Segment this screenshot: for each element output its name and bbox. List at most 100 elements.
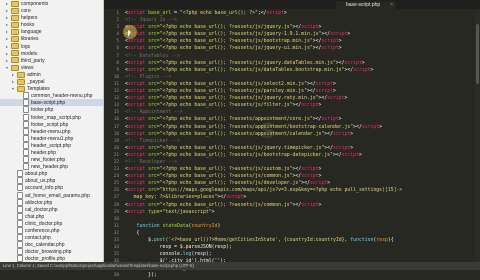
code-line[interactable]: <script src="<?php echo base_url(); ?>as… (125, 102, 480, 109)
code-line[interactable]: <script src="<?php echo base_url(); ?>as… (125, 88, 480, 95)
tree-file[interactable]: header_script.php (0, 141, 103, 149)
code-token: script (301, 25, 319, 31)
line-number: 25 (113, 181, 119, 187)
tree-folder[interactable]: ▸ hooks (0, 21, 103, 28)
tree-file[interactable]: base-script.php (0, 99, 103, 107)
tree-file[interactable]: common_header-menu.php (0, 92, 103, 100)
file-tree-sidebar[interactable]: ▸ components ▸ core ▸ helpers ▸ hooks ▸ language ▸… (0, 0, 104, 262)
tree-folder[interactable]: ▸ helpers (0, 14, 103, 21)
code-line[interactable]: resp = $.parseJSON(resp); (125, 244, 480, 251)
tree-folder[interactable]: ▾ views (0, 64, 103, 71)
code-token: script (301, 174, 319, 180)
scrollbar-thumb[interactable] (476, 24, 479, 84)
close-icon[interactable]: × (390, 1, 393, 9)
code-line[interactable]: <script base_url = "<?php echo base_url(… (125, 10, 480, 17)
code-line[interactable]: <!-- Jquery Js --> (125, 17, 480, 24)
tree-folder[interactable]: ▾ Templates (0, 85, 103, 92)
code-line[interactable]: <script src="<?php echo base_url(); ?>as… (125, 67, 480, 74)
code-token: script (301, 202, 319, 208)
code-line[interactable]: <script src="https://maps.googleapis.com… (125, 187, 480, 194)
code-token: script (127, 60, 146, 66)
code-line[interactable]: <script src="<?php echo base_url(); ?>as… (125, 173, 480, 180)
code-line[interactable]: <script src="<?php echo base_url(); ?>as… (125, 166, 480, 173)
tree-file[interactable]: new_header.php (0, 163, 103, 171)
tree-file[interactable]: footer.php (0, 106, 103, 114)
tree-file[interactable]: account_info.php (0, 184, 103, 192)
code-token: script (341, 152, 359, 158)
code-line[interactable]: <script src="<?php echo base_url(); ?>as… (125, 38, 480, 45)
code-line[interactable]: <script src="<?php echo base_url(); ?>as… (125, 45, 480, 52)
tree-folder[interactable]: ▸ _paypal (0, 78, 103, 85)
folder-icon (11, 21, 19, 28)
code-line[interactable]: }); (125, 272, 480, 279)
tree-file[interactable]: about_us.php (0, 177, 103, 185)
tree-folder[interactable]: ▸ libraries (0, 35, 103, 42)
code-line[interactable]: map_key; ?>&libraries=places"></script> (125, 194, 480, 201)
code-token: ></ (344, 67, 354, 73)
tab-label: base-script.php (346, 2, 381, 8)
tree-file[interactable]: cal_doctor.php (0, 205, 103, 213)
code-line[interactable] (125, 216, 480, 223)
line-number: 20 (113, 145, 119, 151)
tree-folder[interactable]: ▸ logs (0, 43, 103, 50)
code-line[interactable]: <script src="<?php echo base_url(); ?>as… (125, 81, 480, 88)
code-token: ></ (306, 89, 316, 95)
tree-file[interactable]: contact.php (0, 234, 103, 242)
tree-file[interactable]: doc_calendar.php (0, 241, 103, 249)
code-token: > (318, 25, 322, 31)
code-token: "<?php echo base_url(); ?>assets/js/boot… (159, 152, 333, 158)
file-icon (23, 156, 29, 164)
code-line[interactable]: <script src="<?php echo base_url(); ?>as… (125, 180, 480, 187)
code-line[interactable]: <script src="<?php echo base_url(); ?>as… (125, 152, 480, 159)
code-line[interactable]: <!-- Appointment --> (125, 109, 480, 116)
code-line[interactable]: $.post('<?=base_url()?>Home/getCitiesInS… (125, 237, 480, 244)
code-line[interactable]: function stateData(countryId) (125, 223, 480, 230)
tree-folder[interactable]: ▸ models (0, 50, 103, 57)
code-line[interactable]: { (125, 230, 480, 237)
tree-file[interactable]: conference.php (0, 227, 103, 234)
code-line[interactable]: <!-- Developer --> (125, 159, 480, 166)
code-token: ) (217, 223, 221, 229)
tree-file[interactable]: footer_map_script.php (0, 113, 103, 121)
code-token: ></ (318, 96, 328, 102)
tree-file[interactable]: header-menu.php (0, 127, 103, 135)
tree-folder[interactable]: ▸ admin (0, 71, 103, 78)
tree-file[interactable]: header-menu1.php (0, 134, 103, 142)
code-line[interactable]: <script src="<?php echo base_url(); ?>as… (125, 24, 480, 31)
tree-file[interactable]: ad_home_email_params.php (0, 191, 103, 199)
code-token: ></ (292, 174, 302, 180)
code-line[interactable]: <script src="<?php echo base_url(); ?>as… (125, 202, 480, 209)
code-token: resp (376, 238, 388, 243)
tree-file[interactable]: header.php (0, 148, 103, 156)
code-token: script (321, 46, 339, 52)
code-token: script (127, 167, 146, 173)
tree-item-label: admin (27, 71, 41, 78)
code-token: script (127, 117, 146, 123)
tree-folder[interactable]: ▸ language (0, 28, 103, 35)
tree-folder[interactable]: ▸ third_party (0, 57, 103, 64)
tree-file[interactable]: doctor_profile.php (0, 255, 103, 262)
code-line[interactable]: <!-- Plugins --> (125, 74, 480, 81)
tree-file[interactable]: doctor_browsing.php (0, 248, 103, 256)
tree-file[interactable]: aldoctor.php (0, 198, 103, 206)
code-line[interactable]: <script src="<?php echo base_url(); ?>as… (125, 31, 480, 38)
code-line[interactable]: <!-- DataTables --> (125, 53, 480, 60)
tree-folder[interactable]: ▸ core (0, 7, 103, 14)
file-icon (23, 141, 29, 149)
line-number: 1 (116, 11, 119, 16)
code-line[interactable]: console.log(resp); (125, 251, 480, 258)
code-token: src= (145, 96, 160, 102)
vertical-scrollbar[interactable] (475, 10, 480, 262)
tree-file[interactable]: clinic_doctor.php (0, 219, 103, 227)
tree-folder[interactable]: ▸ components (0, 0, 103, 7)
tab-base-script[interactable]: base-script.php × (336, 1, 396, 9)
tree-item-label: chat.php (25, 213, 45, 220)
tree-file[interactable]: chat.php (0, 212, 103, 220)
tree-file[interactable]: new_footer.php (0, 156, 103, 164)
code-line[interactable]: <script src="<?php echo base_url(); ?>as… (125, 95, 480, 102)
code-line[interactable]: <script src="<?php echo base_url(); ?>as… (125, 60, 480, 67)
code-line[interactable]: <script type="text/javascript"> (125, 209, 480, 216)
line-number: 15 (113, 110, 119, 116)
tree-file[interactable]: footer_script.php (0, 120, 103, 128)
tree-file[interactable]: about.php (0, 170, 103, 178)
